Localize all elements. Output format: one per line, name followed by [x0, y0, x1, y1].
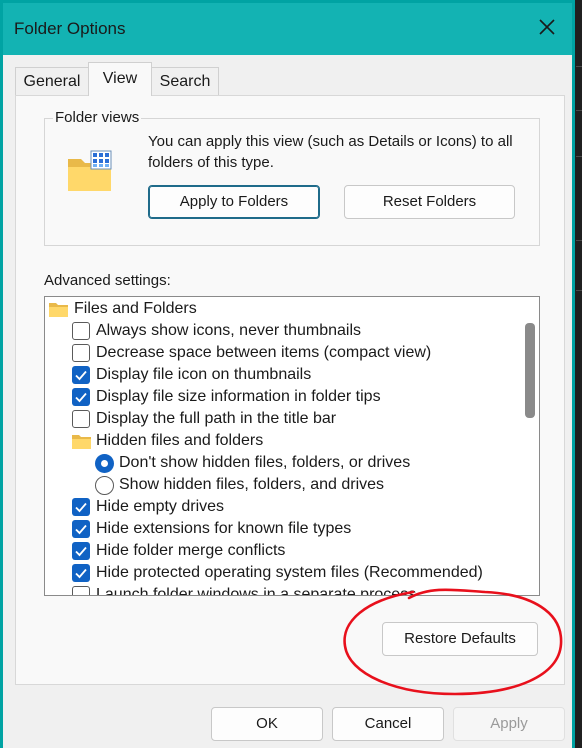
checkmark-icon [75, 568, 87, 579]
setting-label: Launch folder windows in a separate proc… [96, 586, 417, 596]
close-button[interactable] [536, 16, 558, 38]
background-strip [575, 0, 582, 748]
checkbox-unchecked[interactable] [72, 410, 90, 428]
checkbox-checked[interactable] [72, 564, 90, 582]
apply-button[interactable]: Apply [453, 707, 565, 741]
tree-item-label: Hidden files and folders [96, 432, 264, 449]
restore-defaults-button[interactable]: Restore Defaults [382, 622, 538, 656]
checkbox-unchecked[interactable] [72, 344, 90, 362]
setting-label: Always show icons, never thumbnails [96, 322, 362, 339]
folder-views-icon [68, 150, 112, 191]
apply-to-folders-button[interactable]: Apply to Folders [148, 185, 320, 219]
ok-button[interactable]: OK [211, 707, 323, 741]
radio-unselected[interactable] [95, 476, 114, 495]
tab-general[interactable]: General [15, 67, 89, 95]
setting-label: Decrease space between items (compact vi… [96, 344, 432, 361]
view-tab-panel: Folder views You can apply this view (su… [15, 95, 565, 685]
setting-label: Display the full path in the title bar [96, 410, 337, 427]
setting-label: Hide folder merge conflicts [96, 542, 286, 559]
checkbox-checked[interactable] [72, 388, 90, 406]
setting-label: Show hidden files, folders, and drives [119, 476, 385, 493]
setting-label: Hide empty drives [96, 498, 225, 515]
folder-icon [49, 303, 68, 317]
checkmark-icon [75, 546, 87, 557]
checkmark-icon [75, 502, 87, 513]
setting-label: Display file size information in folder … [96, 388, 381, 405]
advanced-settings-label: Advanced settings: [44, 272, 171, 289]
checkbox-checked[interactable] [72, 542, 90, 560]
checkmark-icon [75, 392, 87, 403]
tree-item-label: Files and Folders [74, 300, 197, 317]
close-icon [539, 19, 555, 35]
folder-views-label: Folder views [53, 109, 142, 126]
setting-label: Hide protected operating system files (R… [96, 564, 483, 581]
folder-views-description: You can apply this view (such as Details… [148, 133, 513, 171]
title-bar: Folder Options [3, 3, 572, 55]
tab-view[interactable]: View [88, 62, 152, 96]
cancel-button[interactable]: Cancel [332, 707, 444, 741]
scrollbar-thumb[interactable] [525, 323, 535, 418]
tab-search[interactable]: Search [151, 67, 219, 95]
advanced-settings-list[interactable]: Files and Folders Always show icons, nev… [44, 296, 540, 596]
checkbox-unchecked[interactable] [72, 322, 90, 340]
checkmark-icon [75, 370, 87, 381]
reset-folders-button[interactable]: Reset Folders [344, 185, 515, 219]
checkbox-checked[interactable] [72, 498, 90, 516]
radio-selected[interactable] [95, 454, 114, 473]
setting-label: Display file icon on thumbnails [96, 366, 312, 383]
vertical-scrollbar[interactable] [521, 297, 539, 595]
setting-label: Hide extensions for known file types [96, 520, 352, 537]
checkbox-checked[interactable] [72, 520, 90, 538]
window-title: Folder Options [14, 19, 126, 38]
folder-options-window: Folder Options General View Search Folde… [0, 0, 575, 748]
checkbox-unchecked[interactable] [72, 586, 90, 595]
folder-views-group: Folder views You can apply this view (su… [44, 109, 540, 246]
setting-label: Don't show hidden files, folders, or dri… [119, 454, 411, 471]
folder-icon [72, 435, 91, 449]
checkmark-icon [75, 524, 87, 535]
checkbox-checked[interactable] [72, 366, 90, 384]
